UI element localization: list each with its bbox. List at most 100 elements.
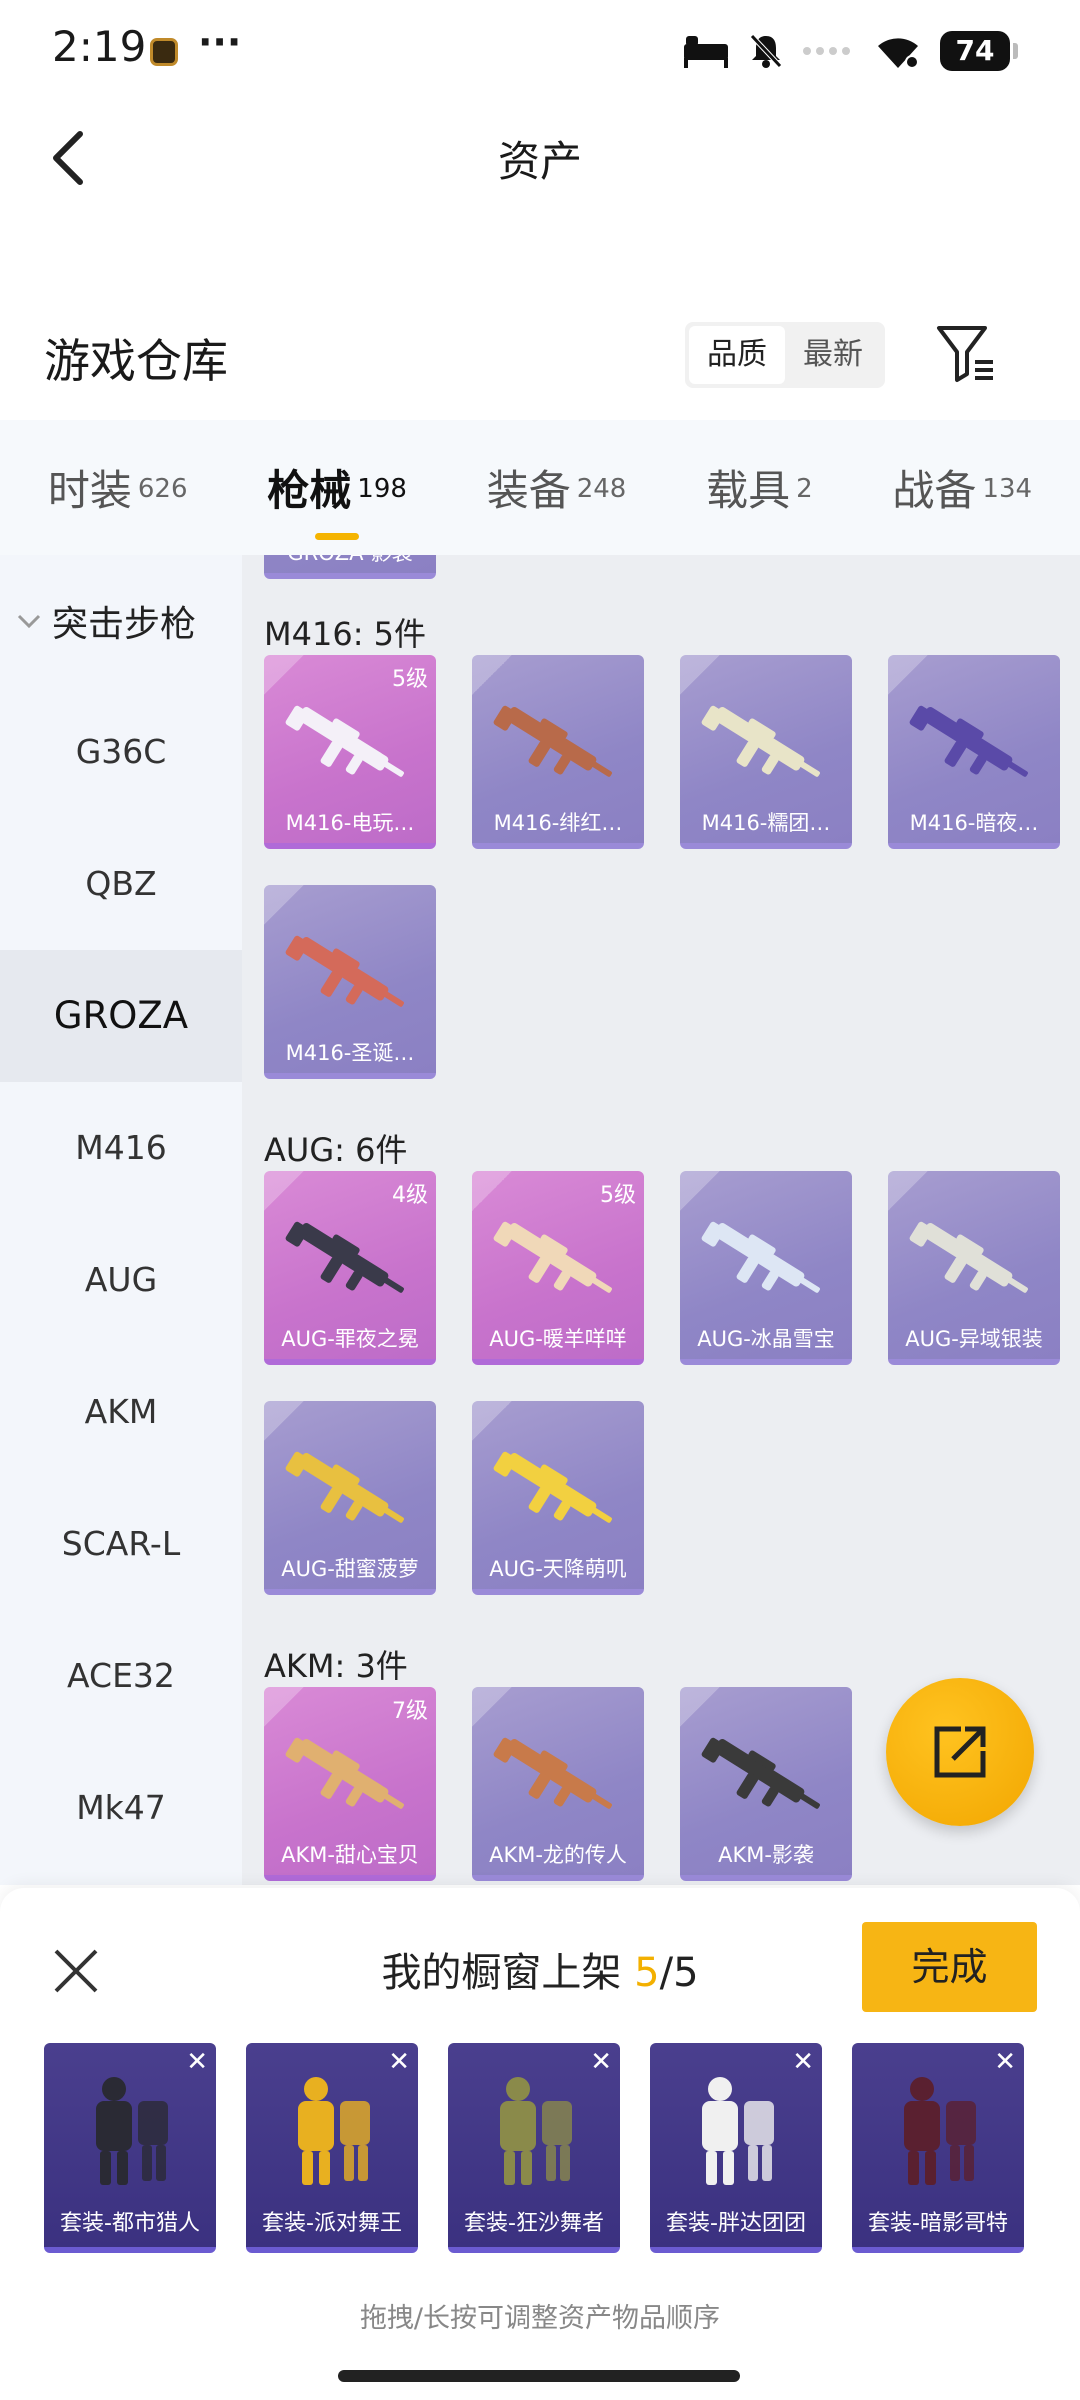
item-label: AUG-暖羊咩咩 (489, 1327, 627, 1351)
weapon-skin-image (909, 1221, 1028, 1293)
slot-label: 套装-派对舞王 (262, 2211, 402, 2236)
weapon-skin-image (701, 705, 820, 777)
weapon-skin-image (285, 1737, 404, 1809)
item-card[interactable]: AUG-异域银装 (888, 1171, 1060, 1365)
item-card[interactable]: M416-暗夜… (888, 655, 1060, 849)
sort-quality-button[interactable]: 品质 (689, 326, 785, 384)
external-link-icon (934, 1726, 986, 1778)
tab-label: 战备 (892, 466, 977, 515)
tab-vehicles[interactable]: 载具 2 (706, 457, 813, 518)
item-card[interactable]: 4级 AUG-罪夜之冕 (264, 1171, 436, 1365)
item-label: M416-绯红… (493, 811, 623, 835)
item-card[interactable]: M416-圣诞… (264, 885, 436, 1079)
tab-fashion[interactable]: 时装 626 (48, 457, 188, 518)
remove-slot-icon[interactable]: ✕ (590, 2049, 612, 2075)
remove-slot-icon[interactable]: ✕ (792, 2049, 814, 2075)
card-corner-decoration (680, 655, 720, 695)
sidebar-category-assault-rifle[interactable]: 突击步枪 (16, 595, 196, 647)
sidebar-item-groza[interactable]: GROZA (0, 950, 242, 1082)
weapon-skin-image (493, 1451, 612, 1523)
item-card[interactable]: AUG-天降萌叽 (472, 1401, 644, 1595)
sidebar-item-mk47[interactable]: Mk47 (0, 1742, 242, 1874)
item-card[interactable]: AKM-龙的传人 (472, 1687, 644, 1881)
showcase-slot[interactable]: ✕ 套装-派对舞王 (246, 2043, 418, 2253)
chevron-down-icon (17, 614, 41, 629)
item-card[interactable]: AKM-影袭 (680, 1687, 852, 1881)
outfit-image (500, 2077, 572, 2185)
showcase-slot[interactable]: ✕ 套装-狂沙舞者 (448, 2043, 620, 2253)
item-card[interactable]: M416-糯团… (680, 655, 852, 849)
item-card[interactable]: M416-绯红… (472, 655, 644, 849)
item-card[interactable]: AUG-甜蜜菠萝 (264, 1401, 436, 1595)
section-title-aug: AUG: 6件 (264, 1131, 408, 1169)
filter-icon[interactable] (935, 322, 997, 384)
status-time: 2:19 (52, 22, 147, 71)
level-badge: 5级 (392, 667, 428, 692)
item-card[interactable]: 5级 AUG-暖羊咩咩 (472, 1171, 644, 1365)
remove-slot-icon[interactable]: ✕ (994, 2049, 1016, 2075)
tab-guns[interactable]: 枪械 198 (267, 457, 407, 540)
sheet-count: 5 (634, 1950, 660, 1996)
item-label: AUG-异域银装 (905, 1327, 1043, 1351)
item-card[interactable]: 7级 AKM-甜心宝贝 (264, 1687, 436, 1881)
item-card-groza-partial[interactable]: GROZA-影袭 (264, 555, 436, 579)
item-label: AUG-罪夜之冕 (281, 1327, 419, 1351)
weapon-type-sidebar: 突击步枪 G36C QBZ GROZA M416 AUG AKM SCAR-L … (0, 555, 242, 1885)
tab-count: 2 (796, 474, 813, 504)
tab-label: 载具 (706, 466, 791, 515)
tab-label: 装备 (486, 466, 571, 515)
weapon-skin-image (285, 1221, 404, 1293)
tab-count: 198 (357, 474, 407, 504)
remove-slot-icon[interactable]: ✕ (388, 2049, 410, 2075)
weapon-skin-image (285, 705, 404, 777)
sidebar-item-g36c[interactable]: G36C (0, 686, 242, 818)
item-label: M416-暗夜… (909, 811, 1039, 835)
remove-slot-icon[interactable]: ✕ (186, 2049, 208, 2075)
weapon-skin-image (285, 935, 404, 1007)
card-corner-decoration (264, 1171, 304, 1211)
item-card[interactable]: 5级 M416-电玩… (264, 655, 436, 849)
share-fab-button[interactable] (886, 1678, 1034, 1826)
tab-label: 枪械 (267, 466, 352, 515)
card-corner-decoration (264, 1687, 304, 1727)
sort-newest-button[interactable]: 最新 (785, 326, 881, 384)
page-title: 资产 (497, 137, 582, 186)
signal-icon (803, 47, 850, 55)
showcase-slot[interactable]: ✕ 套装-胖达团团 (650, 2043, 822, 2253)
tab-equipment[interactable]: 装备 248 (487, 457, 627, 518)
sidebar-item-aug[interactable]: AUG (0, 1214, 242, 1346)
sidebar-item-m416[interactable]: M416 (0, 1082, 242, 1214)
card-corner-decoration (264, 655, 304, 695)
outfit-image (96, 2077, 168, 2185)
showcase-slot[interactable]: ✕ 套装-暗影哥特 (852, 2043, 1024, 2253)
item-label: AUG-天降萌叽 (489, 1557, 627, 1581)
home-indicator[interactable] (338, 2370, 740, 2382)
mute-icon (750, 34, 782, 68)
tab-gear[interactable]: 战备 134 (892, 457, 1032, 518)
tab-count: 134 (982, 474, 1033, 504)
weapon-skin-image (493, 705, 612, 777)
outfit-image (702, 2077, 774, 2185)
card-corner-decoration (472, 655, 512, 695)
item-label: AKM-龙的传人 (489, 1843, 627, 1867)
tab-count: 248 (576, 474, 627, 504)
sidebar-item-akm[interactable]: AKM (0, 1346, 242, 1478)
sidebar-item-ace32[interactable]: ACE32 (0, 1610, 242, 1742)
outfit-image (298, 2077, 370, 2185)
card-corner-decoration (472, 1171, 512, 1211)
item-card[interactable]: AUG-冰晶雪宝 (680, 1171, 852, 1365)
wifi-icon (878, 38, 919, 69)
item-label: AKM-影袭 (718, 1843, 814, 1867)
sheet-total: /5 (659, 1950, 699, 1996)
item-label: AUG-冰晶雪宝 (697, 1327, 835, 1351)
done-button[interactable]: 完成 (862, 1922, 1037, 2012)
item-label: M416-糯团… (701, 811, 831, 835)
showcase-slot[interactable]: ✕ 套装-都市猎人 (44, 2043, 216, 2253)
showcase-sheet: 我的橱窗上架 5/5 完成 拖拽/长按可调整资产物品顺序 ✕ 套装-都市猎人 ✕ 套装… (0, 1888, 1080, 2400)
more-notifications-icon: ··· (198, 20, 242, 64)
level-badge: 7级 (392, 1699, 428, 1724)
slot-label: 套装-胖达团团 (666, 2211, 806, 2236)
sidebar-item-qbz[interactable]: QBZ (0, 818, 242, 950)
sidebar-item-scar-l[interactable]: SCAR-L (0, 1478, 242, 1610)
sort-toggle: 品质 最新 (685, 322, 885, 388)
